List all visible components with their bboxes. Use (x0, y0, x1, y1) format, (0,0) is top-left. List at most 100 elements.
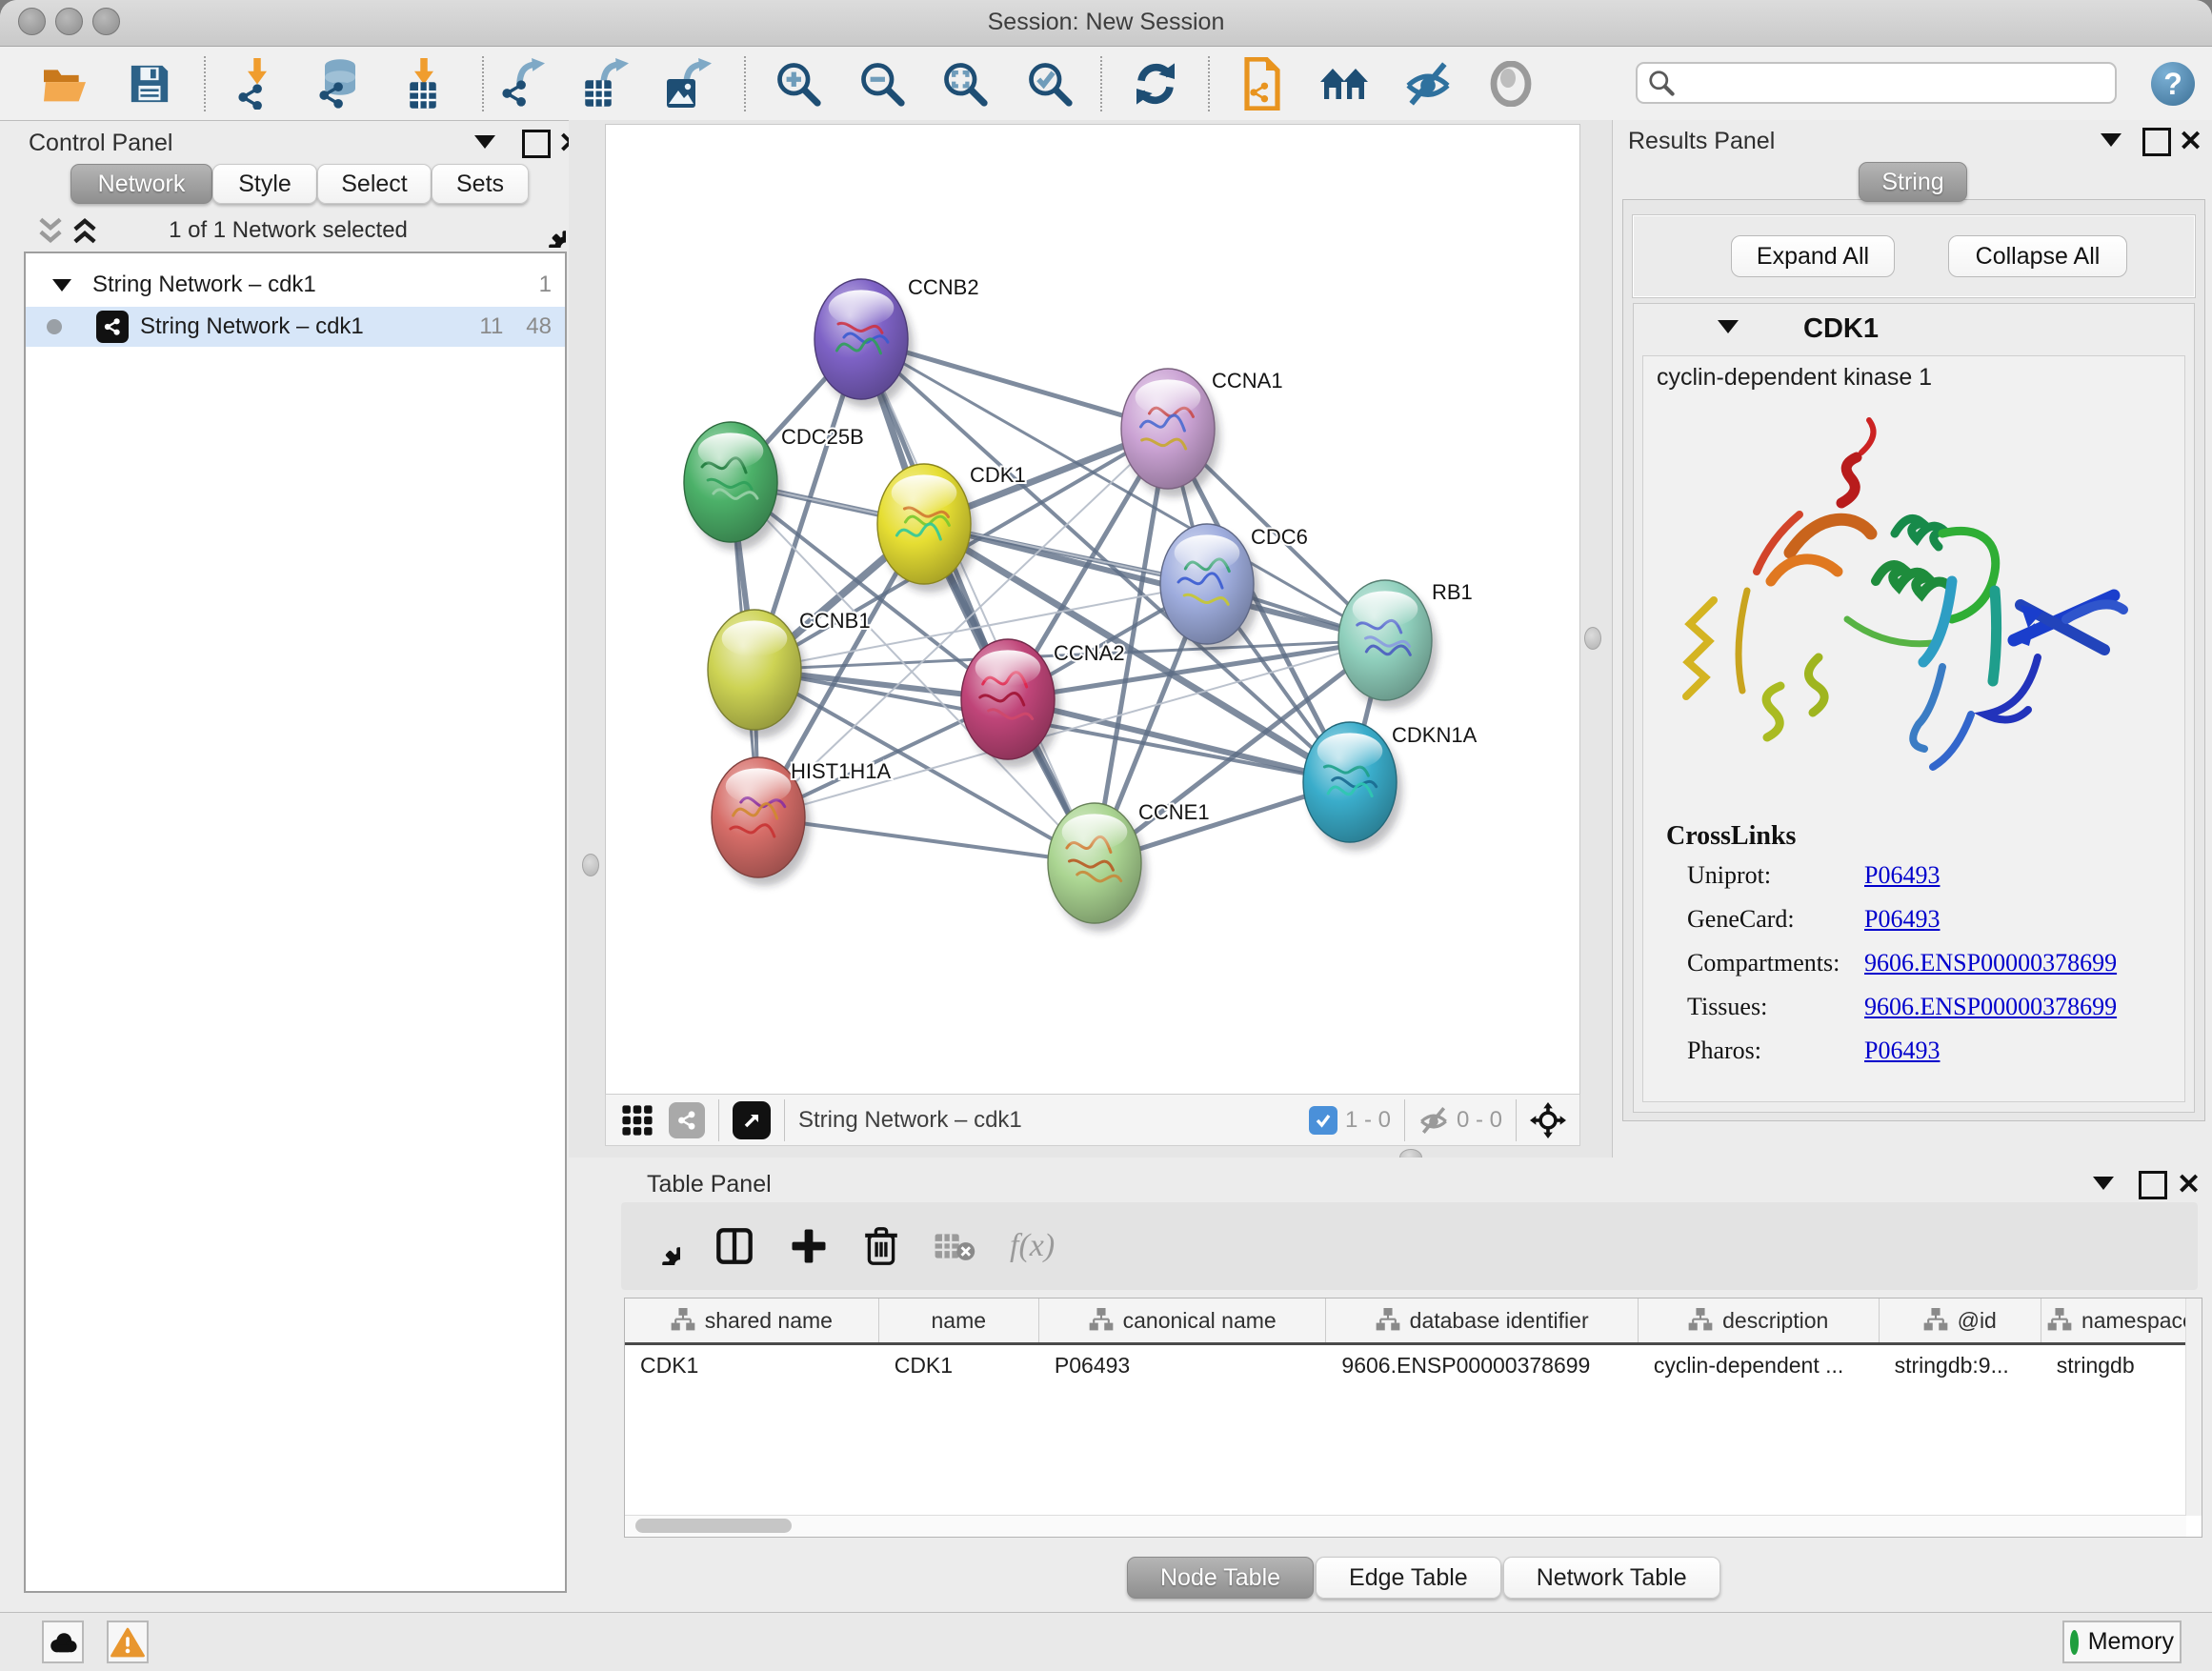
import-table-file-icon[interactable] (398, 58, 452, 110)
export-network-icon[interactable] (496, 58, 550, 110)
table-toolbar: f(x) (621, 1202, 2198, 1290)
vertical-scrollbar[interactable] (2185, 1299, 2202, 1516)
panel-close-icon[interactable]: ✕ (2177, 1168, 2201, 1201)
table-header-row: shared namenamecanonical namedatabase id… (625, 1299, 2202, 1345)
expand-all-button[interactable]: Expand All (1731, 235, 1895, 277)
table-row[interactable]: CDK1CDK1P064939606.ENSP00000378699cyclin… (625, 1345, 2202, 1385)
uniprot-link[interactable]: P06493 (1864, 861, 1940, 890)
tab-network[interactable]: Network (70, 164, 212, 204)
panel-collapse-icon[interactable] (474, 135, 495, 153)
network-options-gear-icon[interactable] (530, 211, 566, 252)
control-panel-title: Control Panel (29, 130, 172, 157)
panel-collapse-icon[interactable] (2093, 1177, 2114, 1195)
save-session-icon[interactable] (123, 58, 176, 110)
tab-style[interactable]: Style (212, 164, 317, 204)
show-columns-icon[interactable] (714, 1227, 754, 1265)
node-label-CCNE1: CCNE1 (1138, 800, 1210, 824)
node-label-CDC25B: CDC25B (781, 425, 864, 449)
table-cell[interactable]: stringdb:9... (1880, 1353, 2041, 1379)
open-session-icon[interactable] (38, 58, 91, 110)
collection-label: String Network – cdk1 (92, 272, 316, 298)
zoom-selected-icon[interactable] (1023, 58, 1076, 110)
gene-section-header[interactable]: CDK1 (1634, 304, 2194, 353)
export-table-icon[interactable] (580, 58, 633, 110)
export-image-icon[interactable] (663, 58, 716, 110)
table-cell[interactable]: CDK1 (879, 1353, 1039, 1379)
column-header--id[interactable]: @id (1880, 1299, 2041, 1342)
column-header-namespace[interactable]: namespace (2041, 1299, 2202, 1342)
node-table[interactable]: shared namenamecanonical namedatabase id… (624, 1298, 2202, 1538)
help-button[interactable]: ? (2151, 62, 2195, 106)
tab-network-table[interactable]: Network Table (1503, 1557, 1720, 1599)
function-builder-icon[interactable]: f(x) (1010, 1228, 1055, 1264)
table-options-gear-icon[interactable] (642, 1227, 680, 1265)
grid-view-icon[interactable] (621, 1104, 654, 1137)
horizontal-scrollbar[interactable] (625, 1515, 2186, 1537)
table-cell[interactable]: cyclin-dependent ... (1639, 1353, 1880, 1379)
tab-sets[interactable]: Sets (432, 164, 529, 204)
network-share-icon[interactable] (669, 1102, 705, 1138)
tab-string[interactable]: String (1859, 162, 1967, 202)
cloud-button[interactable] (42, 1621, 84, 1663)
network-edge-CDK1-RB1[interactable] (924, 524, 1385, 640)
collection-caret-icon[interactable] (52, 272, 71, 298)
tab-edge-table[interactable]: Edge Table (1316, 1557, 1501, 1599)
panel-float-icon[interactable] (522, 130, 551, 158)
column-header-description[interactable]: description (1639, 1299, 1880, 1342)
share-document-icon[interactable] (1234, 58, 1287, 110)
import-network-database-icon[interactable] (312, 58, 365, 110)
table-cell[interactable]: 9606.ENSP00000378699 (1326, 1353, 1638, 1379)
selected-items-checkbox[interactable] (1309, 1106, 1337, 1135)
panel-float-icon[interactable] (2139, 1171, 2167, 1199)
genecard-link[interactable]: P06493 (1864, 905, 1940, 934)
delete-column-trash-icon[interactable] (863, 1226, 899, 1266)
memory-button[interactable]: Memory (2062, 1621, 2182, 1663)
table-cell[interactable]: P06493 (1039, 1353, 1327, 1379)
status-bar: Memory (0, 1612, 2212, 1671)
network-graph[interactable]: CCNB2CCNA1CDC25BCDK1CDC6RB1CCNB1CCNA2CDK… (606, 125, 1579, 1095)
view-toolbar-divider (784, 1099, 785, 1141)
network-type-share-icon (96, 311, 129, 343)
homes-icon[interactable] (1317, 58, 1371, 110)
view-toolbar-divider (1404, 1099, 1405, 1141)
left-splitter-handle[interactable] (582, 854, 599, 876)
column-header-canonical-name[interactable]: canonical name (1039, 1299, 1327, 1342)
network-edge-CCNB2-CCNE1[interactable] (861, 339, 1095, 863)
birdseye-eye-icon[interactable] (1484, 58, 1538, 110)
zoom-out-icon[interactable] (855, 58, 909, 110)
panel-collapse-icon[interactable] (2101, 133, 2122, 151)
tissues-link[interactable]: 9606.ENSP00000378699 (1864, 993, 2117, 1021)
zoom-in-icon[interactable] (772, 58, 825, 110)
fit-content-crosshair-icon[interactable] (1530, 1102, 1566, 1138)
detach-view-icon[interactable] (733, 1101, 771, 1139)
pharos-link[interactable]: P06493 (1864, 1037, 1940, 1065)
gene-description: cyclin-dependent kinase 1 (1657, 364, 1932, 392)
import-network-file-icon[interactable] (231, 58, 285, 110)
column-header-database-identifier[interactable]: database identifier (1326, 1299, 1638, 1342)
zoom-fit-icon[interactable] (938, 58, 992, 110)
add-column-plus-icon[interactable] (789, 1226, 829, 1266)
column-header-name[interactable]: name (879, 1299, 1039, 1342)
scrollbar-thumb[interactable] (635, 1519, 792, 1533)
compartments-link[interactable]: 9606.ENSP00000378699 (1864, 949, 2117, 977)
right-splitter-handle[interactable] (1584, 627, 1601, 650)
panel-float-icon[interactable] (2142, 128, 2171, 156)
table-cell[interactable]: CDK1 (625, 1353, 879, 1379)
network-collection-row[interactable]: String Network – cdk1 1 (26, 265, 565, 305)
network-row-selected[interactable]: String Network – cdk1 11 48 (26, 307, 565, 347)
column-header-shared-name[interactable]: shared name (625, 1299, 879, 1342)
tab-select[interactable]: Select (317, 164, 432, 204)
warning-icon (111, 1627, 145, 1658)
search-input[interactable] (1676, 69, 2115, 97)
panel-close-icon[interactable]: ✕ (2179, 125, 2202, 158)
table-cell[interactable]: stringdb (2041, 1353, 2202, 1379)
network-canvas[interactable]: CCNB2CCNA1CDC25BCDK1CDC6RB1CCNB1CCNA2CDK… (605, 124, 1580, 1096)
hide-graphics-eye-slash-icon[interactable] (1401, 58, 1455, 110)
gene-caret-icon[interactable] (1718, 320, 1739, 338)
tab-node-table[interactable]: Node Table (1127, 1557, 1314, 1599)
hidden-items-eye-slash-icon[interactable] (1418, 1105, 1449, 1136)
refresh-icon[interactable] (1129, 58, 1182, 110)
warning-button[interactable] (107, 1621, 149, 1663)
collapse-all-button[interactable]: Collapse All (1948, 235, 2127, 277)
delete-table-icon[interactable] (934, 1229, 975, 1263)
